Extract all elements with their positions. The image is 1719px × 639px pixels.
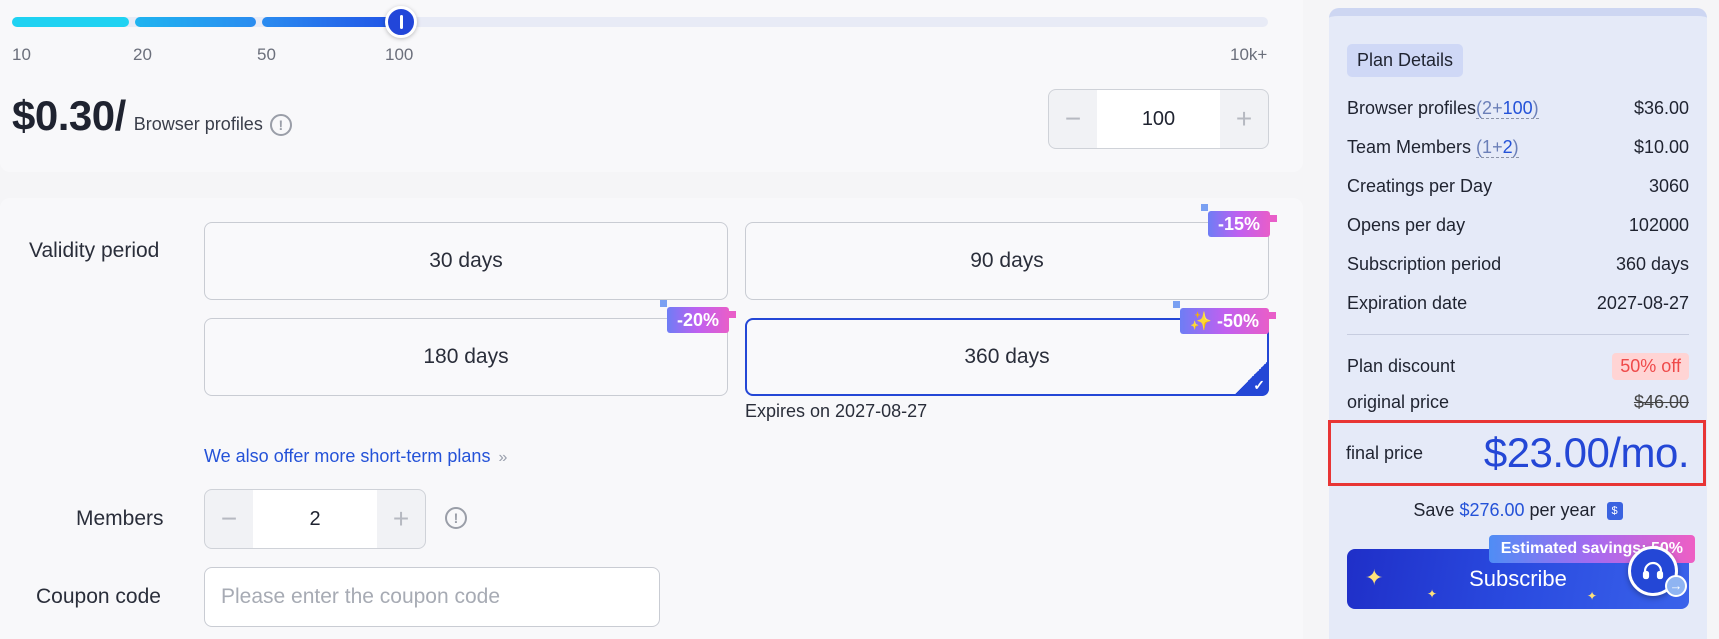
double-chevron-right-icon: » — [498, 449, 508, 466]
sparkle-icon: ✦ — [1587, 589, 1598, 603]
discount-badge: -20% — [659, 300, 737, 333]
detail-label: Team Members — [1347, 137, 1472, 157]
slider-tick-50: 50 — [257, 45, 276, 64]
detail-value: 360 days — [1615, 254, 1689, 274]
final-price-value: $23.00/mo. — [1483, 429, 1690, 476]
validity-option-30-days[interactable]: 30 days — [204, 222, 728, 300]
detail-label: Browser profiles — [1347, 98, 1477, 118]
detail-team-members: Team Members (1+2) $10.00 — [1347, 137, 1689, 158]
coupon-code-input[interactable] — [204, 567, 660, 627]
info-circle-icon[interactable]: ! — [445, 507, 467, 529]
final-price-highlight: final price $23.00/mo. — [1328, 420, 1706, 486]
coupon-code-label: Coupon code — [36, 585, 161, 608]
slider-tick-10: 10 — [12, 45, 31, 64]
profiles-decrement-button[interactable]: − — [1049, 90, 1097, 148]
validity-option-90-days[interactable]: 90 days -15% — [745, 204, 1278, 300]
detail-value: $36.00 — [1633, 98, 1689, 118]
unit-price: $0.30/ Browser profiles ! — [12, 92, 292, 140]
slider-tick-20: 20 — [133, 45, 152, 64]
slider-tick-100: 100 — [385, 45, 414, 64]
validity-option-360-days[interactable]: 360 days ✨ -50% — [745, 301, 1277, 396]
plan-details-title: Plan Details — [1347, 44, 1464, 77]
detail-label: Subscription period — [1347, 254, 1502, 274]
profiles-stepper: − 100 + — [1048, 89, 1269, 149]
detail-browser-profiles: Browser profiles(2+100) $36.00 — [1347, 98, 1689, 119]
sparkle-icon: ✦ — [1365, 565, 1384, 590]
browser-profiles-breakdown[interactable]: (2+100) — [1476, 98, 1539, 119]
detail-label: Plan discount — [1347, 356, 1456, 376]
validity-option-label: 90 days — [970, 249, 1044, 272]
slider-tick-10k: 10k+ — [1230, 45, 1268, 64]
detail-subscription-period: Subscription period 360 days — [1347, 254, 1689, 275]
final-price-label: final price — [1346, 442, 1424, 463]
members-label: Members — [76, 507, 164, 530]
slider-segment-10[interactable] — [12, 17, 129, 27]
discount-badge: -15% — [1200, 204, 1278, 237]
detail-label: original price — [1347, 392, 1450, 412]
short-term-plans-link[interactable]: We also offer more short-term plans » — [204, 446, 507, 467]
detail-value: 102000 — [1628, 215, 1689, 235]
detail-creatings-per-day: Creatings per Day 3060 — [1347, 176, 1689, 197]
detail-value: 3060 — [1648, 176, 1689, 196]
detail-label: Expiration date — [1347, 293, 1468, 313]
short-term-plans-link-text: We also offer more short-term plans — [204, 446, 491, 466]
members-quantity-input[interactable]: 2 — [253, 490, 377, 548]
validity-option-label: 30 days — [429, 249, 503, 272]
detail-original-price: original price $46.00 — [1347, 392, 1689, 413]
slider-handle[interactable] — [385, 6, 417, 38]
profiles-quantity-input[interactable]: 100 — [1097, 90, 1220, 148]
detail-value: $10.00 — [1633, 137, 1689, 157]
validity-period-label: Validity period — [29, 239, 160, 262]
discount-off-badge: 50% off — [1612, 353, 1689, 380]
members-increment-button[interactable]: + — [377, 490, 425, 548]
slider-segment-50[interactable] — [262, 17, 400, 27]
arrow-right-icon[interactable]: → — [1665, 575, 1687, 597]
members-stepper: − 2 + — [204, 489, 426, 549]
plan-details-panel: Plan Details Browser profiles(2+100) $36… — [1328, 8, 1707, 639]
discount-badge: ✨ -50% — [1172, 301, 1277, 334]
detail-value: 2027-08-27 — [1596, 293, 1689, 313]
members-decrement-button[interactable]: − — [205, 490, 253, 548]
validity-option-label: 360 days — [964, 345, 1050, 368]
slider-segment-20[interactable] — [135, 17, 256, 27]
expiry-note: Expires on 2027-08-27 — [745, 401, 928, 421]
detail-plan-discount: Plan discount 50% off — [1347, 353, 1689, 380]
subscribe-label: Subscribe — [1469, 566, 1567, 591]
unit-price-label: Browser profiles — [133, 114, 263, 134]
validity-option-label: 180 days — [423, 345, 509, 368]
original-price-value: $46.00 — [1633, 392, 1689, 412]
validity-option-180-days[interactable]: 180 days -20% — [204, 300, 737, 396]
divider — [1347, 334, 1689, 335]
profiles-increment-button[interactable]: + — [1220, 90, 1268, 148]
unit-price-amount: $0.30/ — [12, 92, 126, 139]
detail-expiration-date: Expiration date 2027-08-27 — [1347, 293, 1689, 314]
selected-check-icon — [1233, 360, 1269, 396]
sparkle-icon: ✦ — [1427, 587, 1438, 601]
detail-label: Opens per day — [1347, 215, 1466, 235]
info-circle-icon[interactable]: ! — [269, 114, 292, 136]
detail-label: Creatings per Day — [1347, 176, 1493, 196]
detail-opens-per-day: Opens per day 102000 — [1347, 215, 1689, 236]
savings-amount: $276.00 — [1459, 500, 1525, 520]
profiles-slider-card: 10 20 50 100 10k+ $0.30/ Browser profile… — [0, 0, 1303, 172]
money-bag-icon: $ — [1606, 502, 1623, 521]
team-members-breakdown[interactable]: (1+2) — [1476, 137, 1519, 158]
yearly-savings: Save $276.00 per year $ — [1329, 500, 1707, 521]
